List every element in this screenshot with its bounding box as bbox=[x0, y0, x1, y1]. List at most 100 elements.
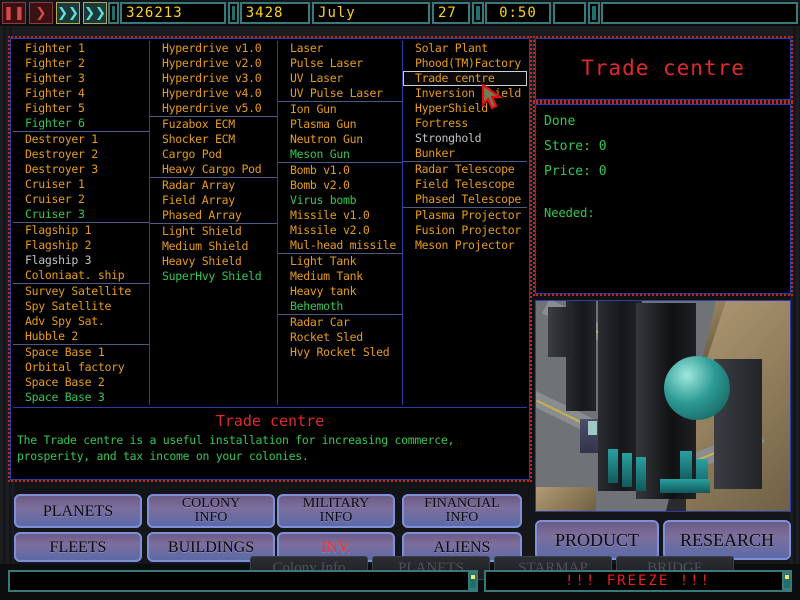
inventory-item[interactable]: Adv Spy Sat. bbox=[13, 314, 149, 329]
inventory-item[interactable]: Destroyer 3 bbox=[13, 162, 149, 177]
inventory-item[interactable]: Missile v2.0 bbox=[278, 223, 402, 238]
inventory-item[interactable]: Flagship 3 bbox=[13, 253, 149, 268]
inventory-item[interactable]: Fighter 3 bbox=[13, 71, 149, 86]
inventory-item[interactable]: Cargo Pod bbox=[150, 147, 277, 162]
colony-info-button[interactable]: COLONY INFO bbox=[147, 494, 275, 528]
inventory-item[interactable]: Hyperdrive v2.0 bbox=[150, 56, 277, 71]
inventory-item[interactable]: Plasma Projector bbox=[403, 208, 527, 223]
inventory-item[interactable]: Mul-head missile bbox=[278, 238, 402, 253]
inventory-item[interactable]: Hyperdrive v5.0 bbox=[150, 101, 277, 116]
financial-info-button[interactable]: FINANCIAL INFO bbox=[402, 494, 522, 528]
inventory-item[interactable]: Solar Plant bbox=[403, 41, 527, 56]
ultra-speed-button[interactable]: ❯❯ bbox=[83, 2, 107, 24]
button-label: MILITARY bbox=[302, 496, 370, 511]
inventory-item[interactable]: Heavy tank bbox=[278, 284, 402, 299]
item-group: Laser Pulse Laser UV Laser UV Pulse Laser bbox=[278, 41, 402, 102]
inventory-item[interactable]: Flagship 1 bbox=[13, 223, 149, 238]
inventory-item[interactable]: Radar Car bbox=[278, 315, 402, 330]
inventory-item[interactable]: Fighter 4 bbox=[13, 86, 149, 101]
inventory-item[interactable]: Heavy Cargo Pod bbox=[150, 162, 277, 177]
inventory-item[interactable]: Orbital factory bbox=[13, 360, 149, 375]
inventory-item[interactable]: Radar Array bbox=[150, 178, 277, 193]
inventory-item[interactable]: Cruiser 1 bbox=[13, 177, 149, 192]
inventory-item[interactable]: HyperShield bbox=[403, 101, 527, 116]
inventory-item[interactable]: Laser bbox=[278, 41, 402, 56]
fleets-button[interactable]: FLEETS bbox=[14, 532, 142, 562]
inventory-item[interactable]: Phood(TM)Factory bbox=[403, 56, 527, 71]
inventory-item[interactable]: Light Shield bbox=[150, 224, 277, 239]
inventory-item[interactable]: Bomb v2.0 bbox=[278, 178, 402, 193]
inventory-item[interactable]: UV Laser bbox=[278, 71, 402, 86]
inventory-item[interactable]: Medium Tank bbox=[278, 269, 402, 284]
button-label: ALIENS bbox=[433, 538, 491, 556]
inventory-item[interactable]: Shocker ECM bbox=[150, 132, 277, 147]
inventory-item[interactable]: Fighter 1 bbox=[13, 41, 149, 56]
inventory-item[interactable]: Missile v1.0 bbox=[278, 208, 402, 223]
inventory-item[interactable]: SuperHvy Shield bbox=[150, 269, 277, 284]
inventory-item[interactable]: Phased Telescope bbox=[403, 192, 527, 207]
lcd-cap-2 bbox=[227, 2, 239, 24]
inventory-item[interactable]: Light Tank bbox=[278, 254, 402, 269]
inventory-item[interactable]: Behemoth bbox=[278, 299, 402, 314]
inventory-item[interactable]: Field Telescope bbox=[403, 177, 527, 192]
inventory-item[interactable]: Hyperdrive v4.0 bbox=[150, 86, 277, 101]
inventory-item[interactable]: Heavy Shield bbox=[150, 254, 277, 269]
inventory-item[interactable]: Hyperdrive v1.0 bbox=[150, 41, 277, 56]
inventory-item[interactable]: Fighter 6 bbox=[13, 116, 149, 131]
inventory-item[interactable]: Radar Telescope bbox=[403, 162, 527, 177]
inventory-item[interactable]: Space Base 3 bbox=[13, 390, 149, 405]
inventory-item[interactable]: Destroyer 1 bbox=[13, 132, 149, 147]
inventory-item[interactable]: Medium Shield bbox=[150, 239, 277, 254]
inventory-item[interactable]: Pulse Laser bbox=[278, 56, 402, 71]
inventory-item[interactable]: Trade centre bbox=[403, 71, 527, 86]
inventory-item[interactable]: Coloniaat. ship bbox=[13, 268, 149, 283]
fast-forward-button[interactable]: ❯❯ bbox=[56, 2, 80, 24]
inventory-item[interactable]: Cruiser 2 bbox=[13, 192, 149, 207]
store-value: Store: 0 bbox=[544, 139, 607, 154]
inventory-item[interactable]: Ion Gun bbox=[278, 102, 402, 117]
inventory-item[interactable]: Plasma Gun bbox=[278, 117, 402, 132]
inventory-item[interactable]: Hvy Rocket Sled bbox=[278, 345, 402, 360]
planets-button[interactable]: PLANETS bbox=[14, 494, 142, 528]
inventory-item[interactable]: Neutron Gun bbox=[278, 132, 402, 147]
game-screen: ❚❚ ❯ ❯❯ ❯❯ 326213 3428 July 27 0:50 Fighter… bbox=[0, 0, 800, 600]
inventory-item[interactable]: Meson Gun bbox=[278, 147, 402, 162]
inventory-item[interactable]: Inversion Shield bbox=[403, 86, 527, 101]
inventory-item[interactable]: Fortress bbox=[403, 116, 527, 131]
product-button[interactable]: PRODUCT bbox=[535, 520, 659, 560]
item-group: Solar Plant Phood(TM)Factory Trade centre I… bbox=[403, 41, 527, 162]
inventory-item[interactable]: Virus bomb bbox=[278, 193, 402, 208]
inventory-item[interactable]: Fighter 2 bbox=[13, 56, 149, 71]
inventory-item[interactable]: Rocket Sled bbox=[278, 330, 402, 345]
research-button[interactable]: RESEARCH bbox=[663, 520, 791, 560]
inventory-item[interactable]: Fuzabox ECM bbox=[150, 117, 277, 132]
inventory-item[interactable]: Bunker bbox=[403, 146, 527, 161]
inventory-item[interactable]: Space Base 2 bbox=[13, 375, 149, 390]
inventory-item[interactable]: Phased Array bbox=[150, 208, 277, 223]
button-label: FLEETS bbox=[49, 538, 107, 556]
inventory-item[interactable]: Hubble 2 bbox=[13, 329, 149, 344]
freeze-label: !!! FREEZE !!! bbox=[564, 573, 711, 589]
inventory-item[interactable]: Fighter 5 bbox=[13, 101, 149, 116]
inventory-item[interactable]: Destroyer 2 bbox=[13, 147, 149, 162]
item-group: Survey Satellite Spy Satellite Adv Spy Sat… bbox=[13, 284, 149, 345]
inventory-item[interactable]: Survey Satellite bbox=[13, 284, 149, 299]
pause-button[interactable]: ❚❚ bbox=[2, 2, 26, 24]
inventory-item[interactable]: Meson Projector bbox=[403, 238, 527, 253]
inventory-item[interactable]: Field Array bbox=[150, 193, 277, 208]
description-title: Trade centre bbox=[215, 412, 325, 430]
inventory-item[interactable]: Spy Satellite bbox=[13, 299, 149, 314]
military-info-button[interactable]: MILITARY INFO bbox=[277, 494, 395, 528]
inventory-item[interactable]: Cruiser 3 bbox=[13, 207, 149, 222]
mouse-cursor bbox=[482, 84, 504, 110]
inventory-item[interactable]: Bomb v1.0 bbox=[278, 163, 402, 178]
item-group: Space Base 1 Orbital factory Space Base 2S… bbox=[13, 345, 149, 405]
inventory-item[interactable]: Flagship 2 bbox=[13, 238, 149, 253]
inventory-item[interactable]: Hyperdrive v3.0 bbox=[150, 71, 277, 86]
inventory-item[interactable]: Fusion Projector bbox=[403, 223, 527, 238]
inventory-item[interactable]: UV Pulse Laser bbox=[278, 86, 402, 101]
inventory-item[interactable]: Stronghold bbox=[403, 131, 527, 146]
play-button[interactable]: ❯ bbox=[29, 2, 53, 24]
item-group: Radar Telescope Field Telescope Phased Tel… bbox=[403, 162, 527, 208]
inventory-item[interactable]: Space Base 1 bbox=[13, 345, 149, 360]
